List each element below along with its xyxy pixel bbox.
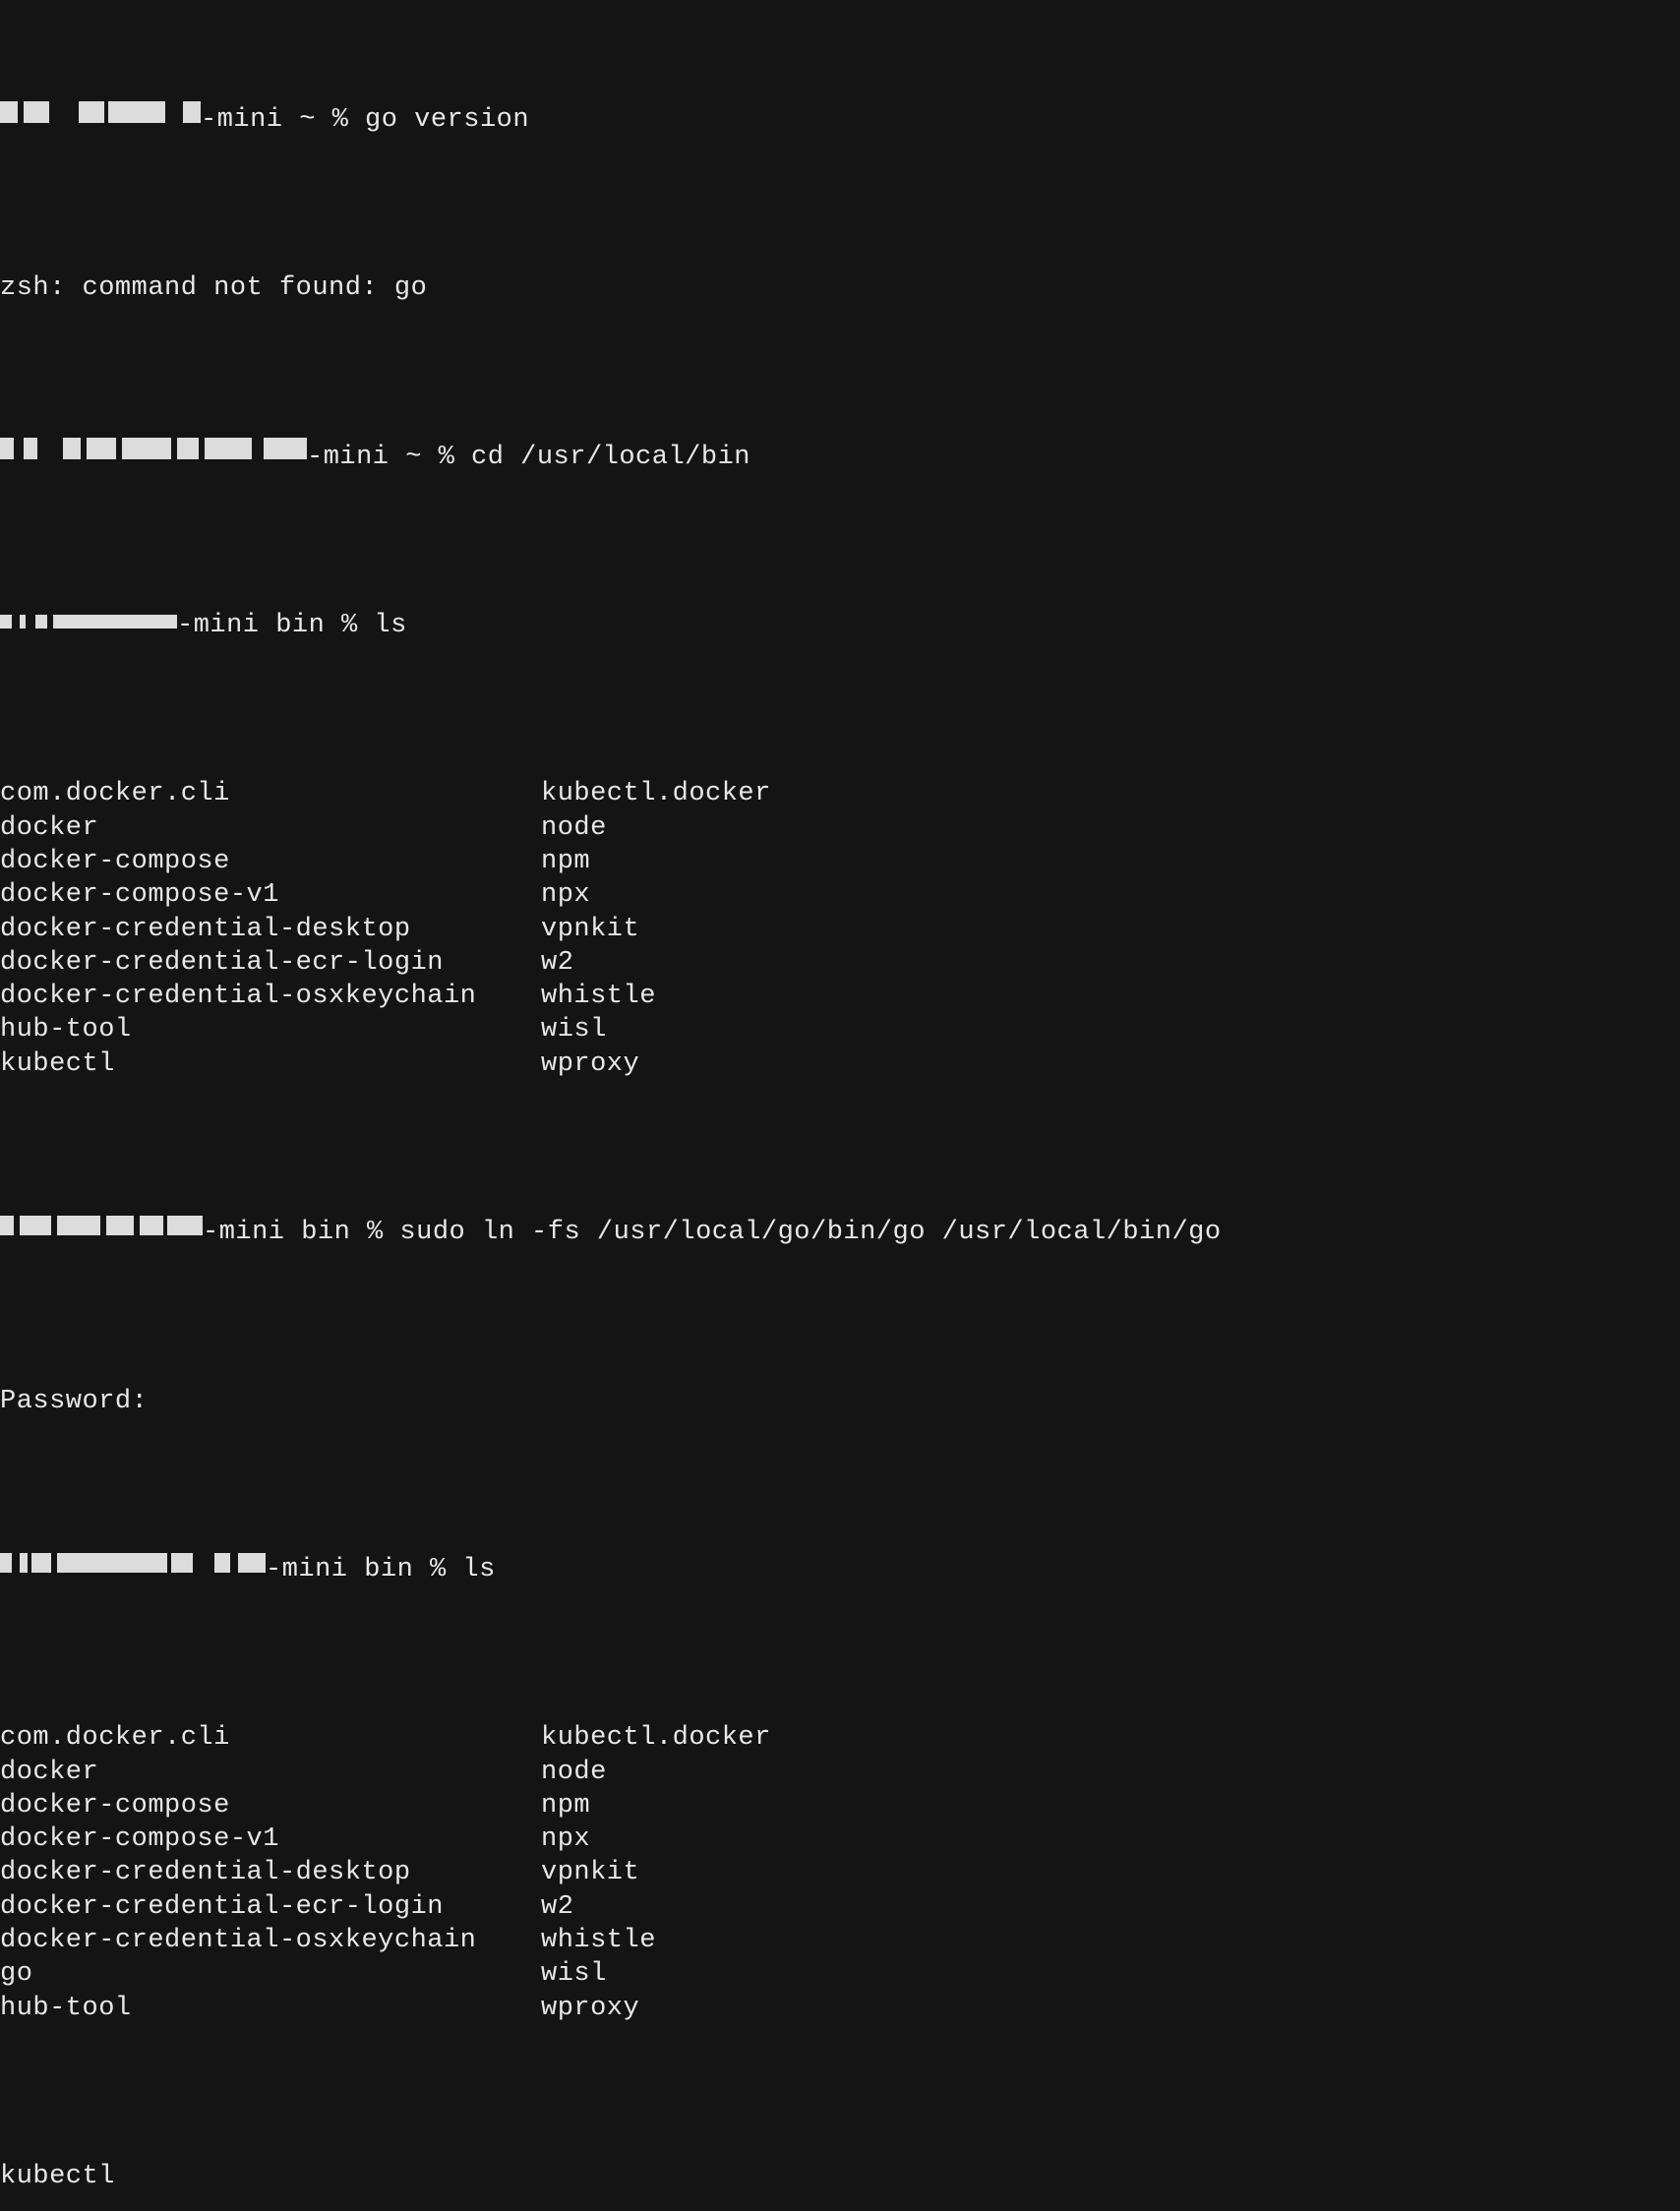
ls-entry: hub-tool — [0, 1013, 541, 1046]
redacted-user-host — [0, 100, 201, 134]
ls-entry: npm — [541, 845, 1680, 878]
ls-entry: docker-compose — [0, 1789, 541, 1823]
prompt-text: -mini ~ % go version — [201, 105, 529, 135]
ls-entry: vpnkit — [541, 913, 1680, 946]
ls-entry: whistle — [541, 1924, 1680, 1957]
prompt-line-3: -mini bin % ls — [0, 609, 1680, 642]
redacted-user-host — [0, 1550, 266, 1584]
ls-entry: kubectl.docker — [541, 777, 1680, 810]
ls-entry: docker-compose-v1 — [0, 878, 541, 912]
prompt-line-5: -mini bin % ls — [0, 1553, 1680, 1586]
ls-entry: wproxy — [541, 1047, 1680, 1081]
ls-entry: docker-credential-ecr-login — [0, 946, 541, 980]
ls-entry: kubectl.docker — [541, 1721, 1680, 1755]
ls-output-1: com.docker.clikubectl.docker dockernode … — [0, 777, 1680, 1081]
ls-entry: npx — [541, 878, 1680, 912]
ls-entry: docker — [0, 1756, 541, 1789]
ls-entry: kubectl — [0, 2160, 1680, 2193]
ls-output-2: com.docker.clikubectl.docker dockernode … — [0, 1721, 1680, 2025]
terminal-output[interactable]: -mini ~ % go version zsh: command not fo… — [0, 2, 1680, 2211]
output-error: zsh: command not found: go — [0, 271, 1680, 305]
prompt-text: -mini bin % ls — [266, 1555, 496, 1584]
ls-entry: wisl — [541, 1957, 1680, 1991]
ls-entry: node — [541, 811, 1680, 845]
ls-entry: npm — [541, 1789, 1680, 1823]
prompt-text: -mini bin % ls — [177, 611, 407, 640]
ls-entry: w2 — [541, 946, 1680, 980]
ls-entry: docker-credential-desktop — [0, 1856, 541, 1889]
ls-entry: docker-compose — [0, 845, 541, 878]
prompt-line-4: -mini bin % sudo ln -fs /usr/local/go/bi… — [0, 1216, 1680, 1249]
ls-entry: wisl — [541, 1013, 1680, 1046]
ls-entry: vpnkit — [541, 1856, 1680, 1889]
ls-entry: com.docker.cli — [0, 777, 541, 810]
ls-entry: go — [0, 1957, 541, 1991]
redacted-user-host — [0, 1213, 203, 1246]
ls-entry: docker — [0, 811, 541, 845]
ls-entry: com.docker.cli — [0, 1721, 541, 1755]
ls-entry: whistle — [541, 980, 1680, 1013]
prompt-text: -mini ~ % cd /usr/local/bin — [307, 443, 750, 472]
ls-entry: docker-credential-desktop — [0, 913, 541, 946]
ls-entry: w2 — [541, 1890, 1680, 1924]
ls-entry: node — [541, 1756, 1680, 1789]
prompt-text: -mini bin % sudo ln -fs /usr/local/go/bi… — [203, 1218, 1222, 1247]
redacted-user-host — [0, 606, 177, 639]
prompt-line-1: -mini ~ % go version — [0, 103, 1680, 137]
prompt-line-2: -mini ~ % cd /usr/local/bin — [0, 441, 1680, 474]
ls-entry: docker-credential-osxkeychain — [0, 1924, 541, 1957]
ls-entry: docker-compose-v1 — [0, 1823, 541, 1856]
ls-entry: hub-tool — [0, 1992, 541, 2025]
ls-entry: docker-credential-ecr-login — [0, 1890, 541, 1924]
ls-entry: docker-credential-osxkeychain — [0, 980, 541, 1013]
redacted-user-host — [0, 437, 307, 470]
password-prompt: Password: — [0, 1385, 1680, 1418]
ls-entry: wproxy — [541, 1992, 1680, 2025]
ls-entry: kubectl — [0, 1047, 541, 1081]
ls-entry: npx — [541, 1823, 1680, 1856]
